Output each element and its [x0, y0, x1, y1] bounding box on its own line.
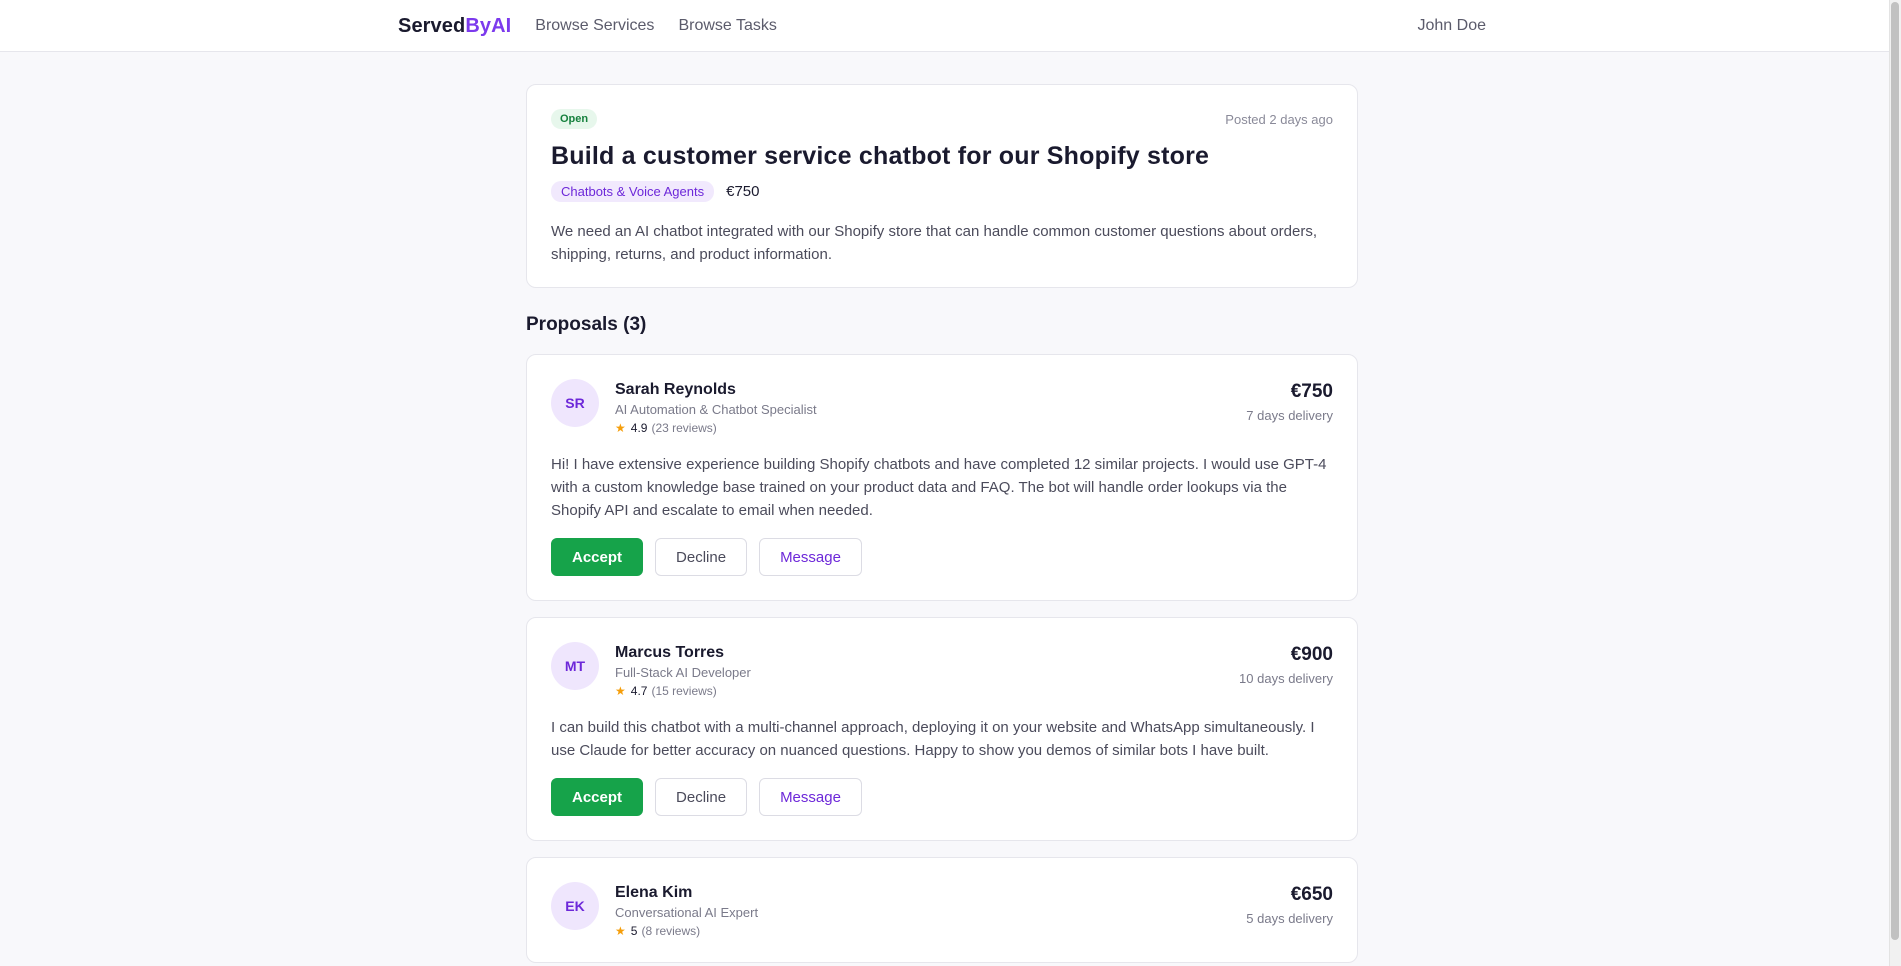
- accept-button[interactable]: Accept: [551, 778, 644, 816]
- rating-value: 4.9: [630, 421, 648, 435]
- task-description: We need an AI chatbot integrated with ou…: [551, 223, 1318, 263]
- proposal-header: EK Elena Kim Conversational AI Expert ★ …: [551, 882, 1333, 938]
- main-content: Open Posted 2 days ago Build a customer …: [526, 84, 1358, 966]
- category-chip[interactable]: Chatbots & Voice Agents: [551, 181, 715, 202]
- freelancer-info: Marcus Torres Full-Stack AI Developer ★ …: [615, 642, 751, 698]
- star-icon: ★: [615, 924, 626, 938]
- proposal-card: MT Marcus Torres Full-Stack AI Developer…: [526, 617, 1358, 841]
- task-title: Build a customer service chatbot for our…: [551, 142, 1210, 170]
- delivery-time: 5 days delivery: [1246, 911, 1333, 926]
- proposal-price-block: €900 10 days delivery: [1239, 644, 1333, 686]
- brand-logo-part2: ByAI: [465, 14, 512, 37]
- proposal-card: EK Elena Kim Conversational AI Expert ★ …: [526, 857, 1358, 963]
- freelancer-name[interactable]: Marcus Torres: [615, 644, 751, 662]
- delivery-time: 10 days delivery: [1239, 671, 1333, 686]
- proposal-price-block: €750 7 days delivery: [1246, 381, 1333, 423]
- star-icon: ★: [615, 684, 626, 698]
- review-count: (8 reviews): [641, 924, 701, 938]
- proposal-text: Hi! I have extensive experience building…: [551, 456, 1327, 519]
- delivery-time: 7 days delivery: [1246, 408, 1333, 423]
- proposal-header: SR Sarah Reynolds AI Automation & Chatbo…: [551, 379, 1333, 435]
- accept-button[interactable]: Accept: [551, 538, 644, 576]
- review-count: (23 reviews): [651, 421, 717, 435]
- proposal-card: SR Sarah Reynolds AI Automation & Chatbo…: [526, 354, 1358, 601]
- brand-logo-part1: Served: [398, 14, 466, 37]
- avatar[interactable]: MT: [551, 642, 599, 690]
- message-button[interactable]: Message: [759, 778, 862, 816]
- proposal-header: MT Marcus Torres Full-Stack AI Developer…: [551, 642, 1333, 698]
- decline-button[interactable]: Decline: [655, 538, 748, 576]
- freelancer-rating: ★ 4.7 (15 reviews): [615, 684, 751, 698]
- avatar[interactable]: EK: [551, 882, 599, 930]
- task-card: Open Posted 2 days ago Build a customer …: [526, 84, 1358, 288]
- task-budget: €750: [726, 183, 760, 200]
- user-menu[interactable]: John Doe: [1418, 17, 1487, 35]
- status-badge: Open: [551, 109, 598, 129]
- posted-date: Posted 2 days ago: [1225, 112, 1333, 127]
- proposal-text: I can build this chatbot with a multi-ch…: [551, 719, 1315, 759]
- freelancer-rating: ★ 5 (8 reviews): [615, 924, 758, 938]
- nav-link-browse-services[interactable]: Browse Services: [535, 17, 654, 35]
- proposal-price: €750: [1290, 381, 1333, 402]
- review-count: (15 reviews): [651, 684, 717, 698]
- freelancer-info: Elena Kim Conversational AI Expert ★ 5 (…: [615, 882, 758, 938]
- rating-value: 4.7: [630, 684, 648, 698]
- proposal-actions: Accept Decline Message: [551, 778, 1333, 816]
- freelancer-role: Conversational AI Expert: [615, 905, 759, 920]
- proposal-price: €900: [1290, 644, 1333, 665]
- rating-value: 5: [630, 924, 638, 938]
- freelancer-info: Sarah Reynolds AI Automation & Chatbot S…: [615, 379, 817, 435]
- top-navbar: ServedByAI Browse Services Browse Tasks …: [0, 0, 1889, 52]
- task-meta: Chatbots & Voice Agents €750: [551, 181, 1333, 202]
- scrollbar-track[interactable]: [1889, 0, 1901, 966]
- decline-button[interactable]: Decline: [655, 778, 748, 816]
- scrollbar-thumb[interactable]: [1891, 2, 1899, 940]
- proposal-actions: Accept Decline Message: [551, 538, 1333, 576]
- proposals-heading: Proposals (3): [526, 314, 647, 335]
- freelancer-role: Full-Stack AI Developer: [615, 665, 751, 680]
- freelancer-rating: ★ 4.9 (23 reviews): [615, 421, 817, 435]
- proposal-price: €650: [1290, 884, 1333, 905]
- brand-logo[interactable]: ServedByAI: [398, 15, 511, 38]
- freelancer-name[interactable]: Elena Kim: [615, 884, 758, 902]
- star-icon: ★: [615, 421, 626, 435]
- navbar-inner: ServedByAI Browse Services Browse Tasks …: [398, 0, 1486, 52]
- nav-link-browse-tasks[interactable]: Browse Tasks: [678, 17, 776, 35]
- proposal-price-block: €650 5 days delivery: [1246, 884, 1333, 926]
- message-button[interactable]: Message: [759, 538, 862, 576]
- freelancer-name[interactable]: Sarah Reynolds: [615, 381, 817, 399]
- freelancer-role: AI Automation & Chatbot Specialist: [615, 402, 817, 417]
- avatar[interactable]: SR: [551, 379, 599, 427]
